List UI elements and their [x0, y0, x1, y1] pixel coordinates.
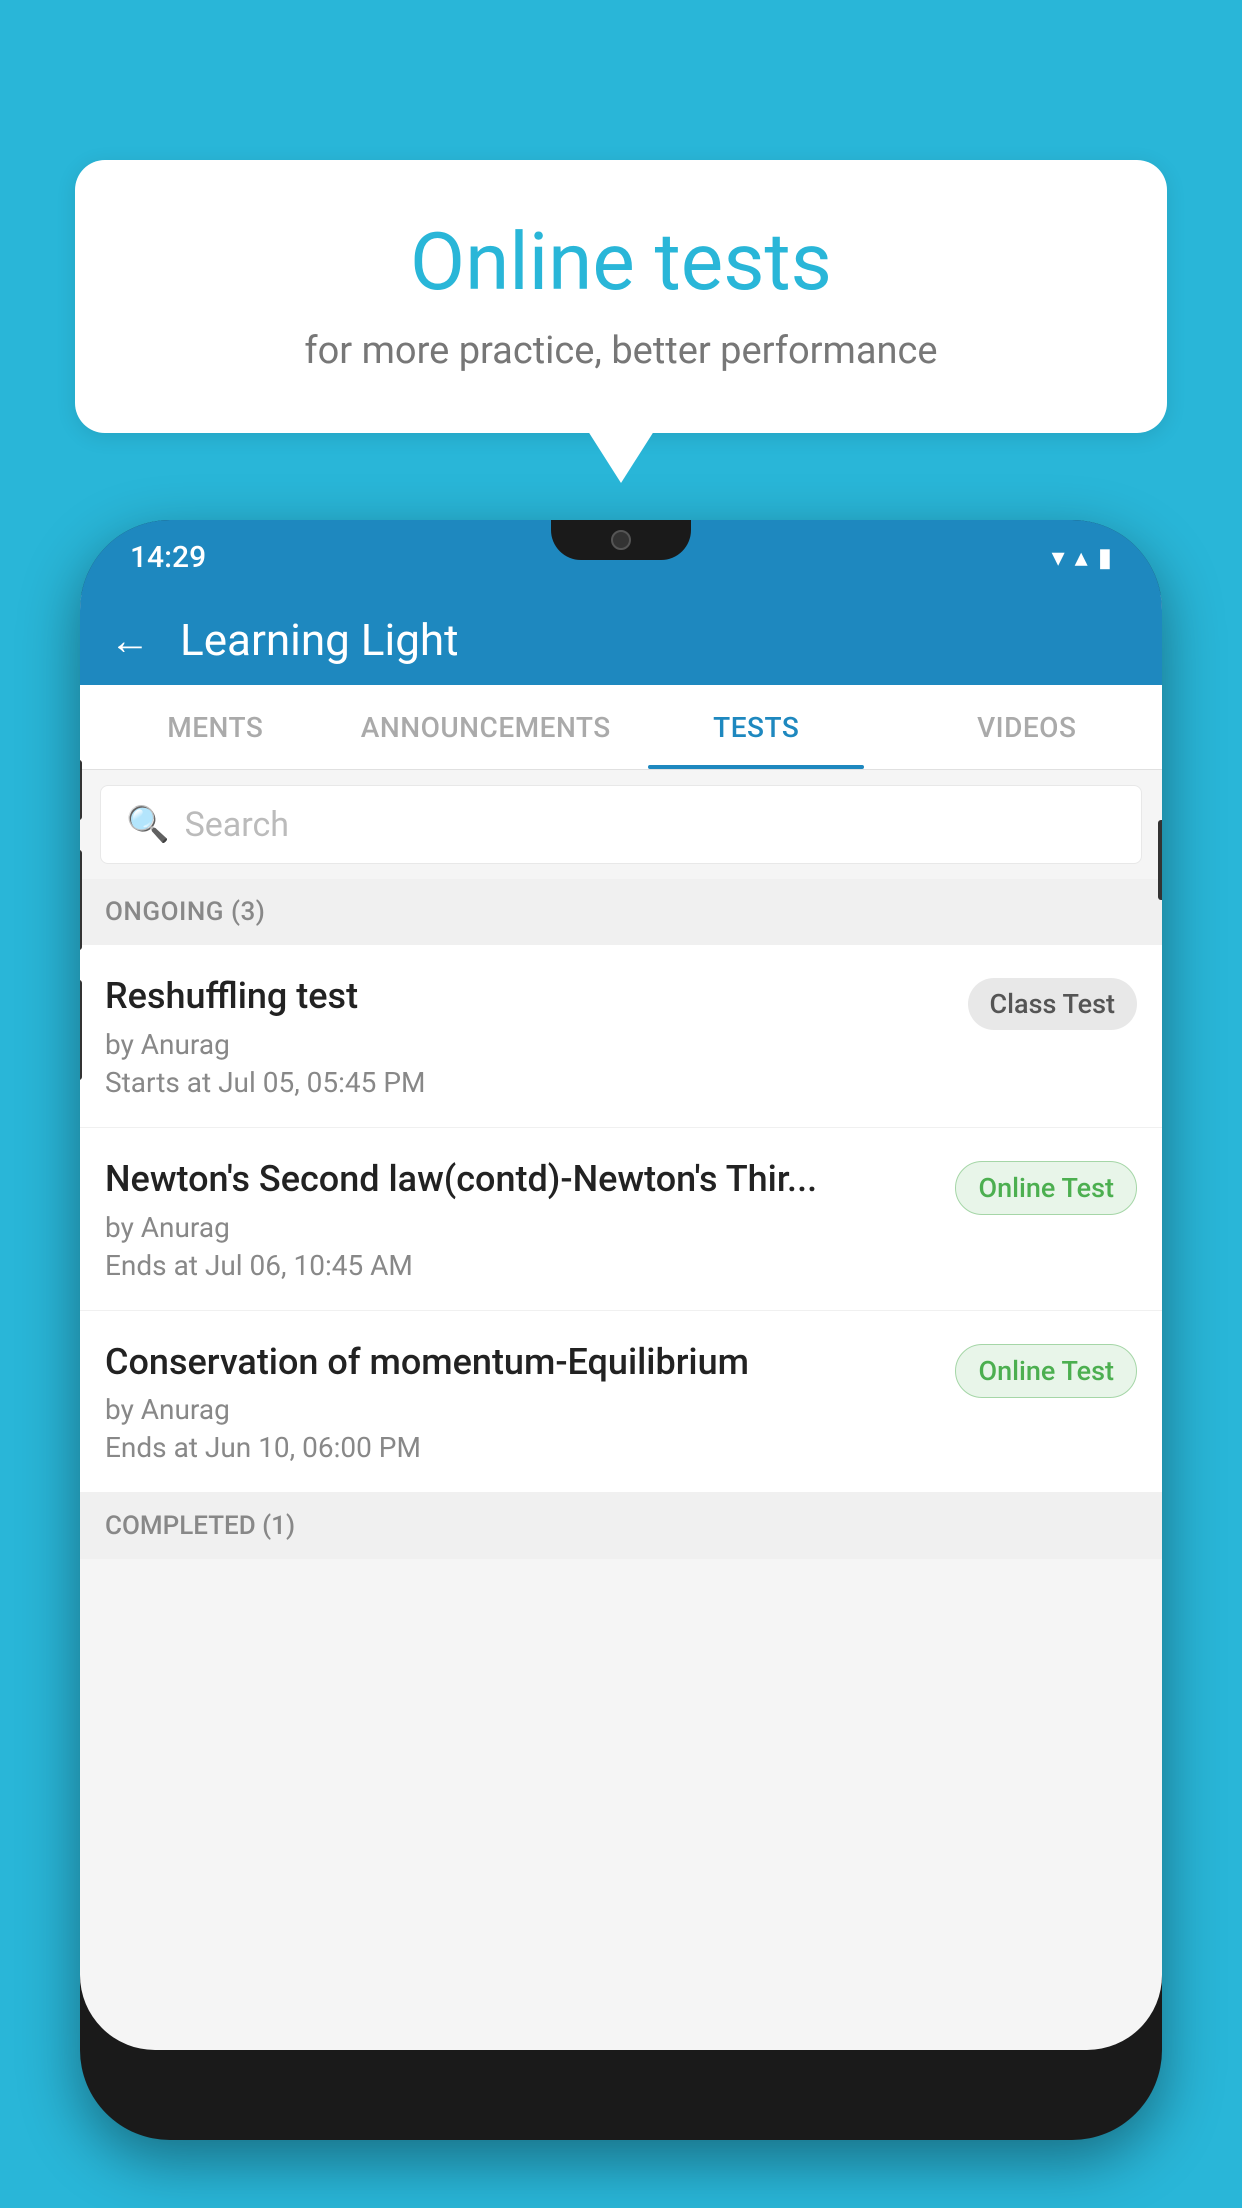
volume-up-button	[80, 850, 82, 950]
tab-ments[interactable]: MENTS	[80, 685, 351, 769]
test-date: Starts at Jul 05, 05:45 PM	[105, 1066, 953, 1099]
volume-down-button	[80, 980, 82, 1080]
test-date: Ends at Jul 06, 10:45 AM	[105, 1249, 940, 1282]
wifi-icon: ▾	[1052, 543, 1065, 573]
signal-icon: ▴	[1075, 543, 1088, 573]
test-name: Conservation of momentum-Equilibrium	[105, 1339, 940, 1386]
speech-bubble: Online tests for more practice, better p…	[75, 160, 1167, 433]
test-item[interactable]: Conservation of momentum-Equilibrium by …	[80, 1311, 1162, 1494]
test-name: Newton's Second law(contd)-Newton's Thir…	[105, 1156, 940, 1203]
bubble-title: Online tests	[135, 215, 1107, 309]
tab-tests[interactable]: TESTS	[621, 685, 892, 769]
back-button[interactable]: ←	[110, 617, 150, 664]
test-by: by Anurag	[105, 1211, 940, 1244]
phone-notch	[551, 520, 691, 560]
volume-silent-button	[80, 760, 82, 820]
status-icons: ▾ ▴ ▮	[1052, 543, 1112, 573]
search-container: 🔍 Search	[80, 770, 1162, 879]
front-camera	[611, 530, 631, 550]
tab-announcements[interactable]: ANNOUNCEMENTS	[351, 685, 622, 769]
ongoing-section-header: ONGOING (3)	[80, 879, 1162, 945]
app-header: ← Learning Light	[80, 595, 1162, 685]
test-name: Reshuffling test	[105, 973, 953, 1020]
test-badge-online: Online Test	[955, 1161, 1137, 1215]
search-box[interactable]: 🔍 Search	[100, 785, 1142, 864]
completed-section-header: COMPLETED (1)	[80, 1493, 1162, 1559]
battery-icon: ▮	[1098, 543, 1112, 573]
tab-videos[interactable]: VIDEOS	[892, 685, 1163, 769]
test-by: by Anurag	[105, 1028, 953, 1061]
test-info: Newton's Second law(contd)-Newton's Thir…	[105, 1156, 955, 1282]
app-title: Learning Light	[180, 614, 459, 666]
tabs-bar: MENTS ANNOUNCEMENTS TESTS VIDEOS	[80, 685, 1162, 770]
test-date: Ends at Jun 10, 06:00 PM	[105, 1431, 940, 1464]
test-info: Reshuffling test by Anurag Starts at Jul…	[105, 973, 968, 1099]
test-item[interactable]: Newton's Second law(contd)-Newton's Thir…	[80, 1128, 1162, 1311]
test-info: Conservation of momentum-Equilibrium by …	[105, 1339, 955, 1465]
test-by: by Anurag	[105, 1393, 940, 1426]
status-time: 14:29	[130, 540, 206, 575]
phone-frame: 14:29 ▾ ▴ ▮ ← Learning Light MENTS ANNOU…	[80, 520, 1162, 2140]
test-item[interactable]: Reshuffling test by Anurag Starts at Jul…	[80, 945, 1162, 1128]
phone-wrap: 14:29 ▾ ▴ ▮ ← Learning Light MENTS ANNOU…	[80, 520, 1162, 2208]
search-input[interactable]: Search	[185, 805, 289, 845]
test-list: Reshuffling test by Anurag Starts at Jul…	[80, 945, 1162, 1493]
test-badge-class: Class Test	[968, 978, 1138, 1030]
app-screen: ← Learning Light MENTS ANNOUNCEMENTS TES…	[80, 595, 1162, 2050]
power-button	[1158, 820, 1162, 900]
search-icon: 🔍	[126, 804, 170, 845]
bubble-subtitle: for more practice, better performance	[135, 329, 1107, 373]
test-badge-online-2: Online Test	[955, 1344, 1137, 1398]
